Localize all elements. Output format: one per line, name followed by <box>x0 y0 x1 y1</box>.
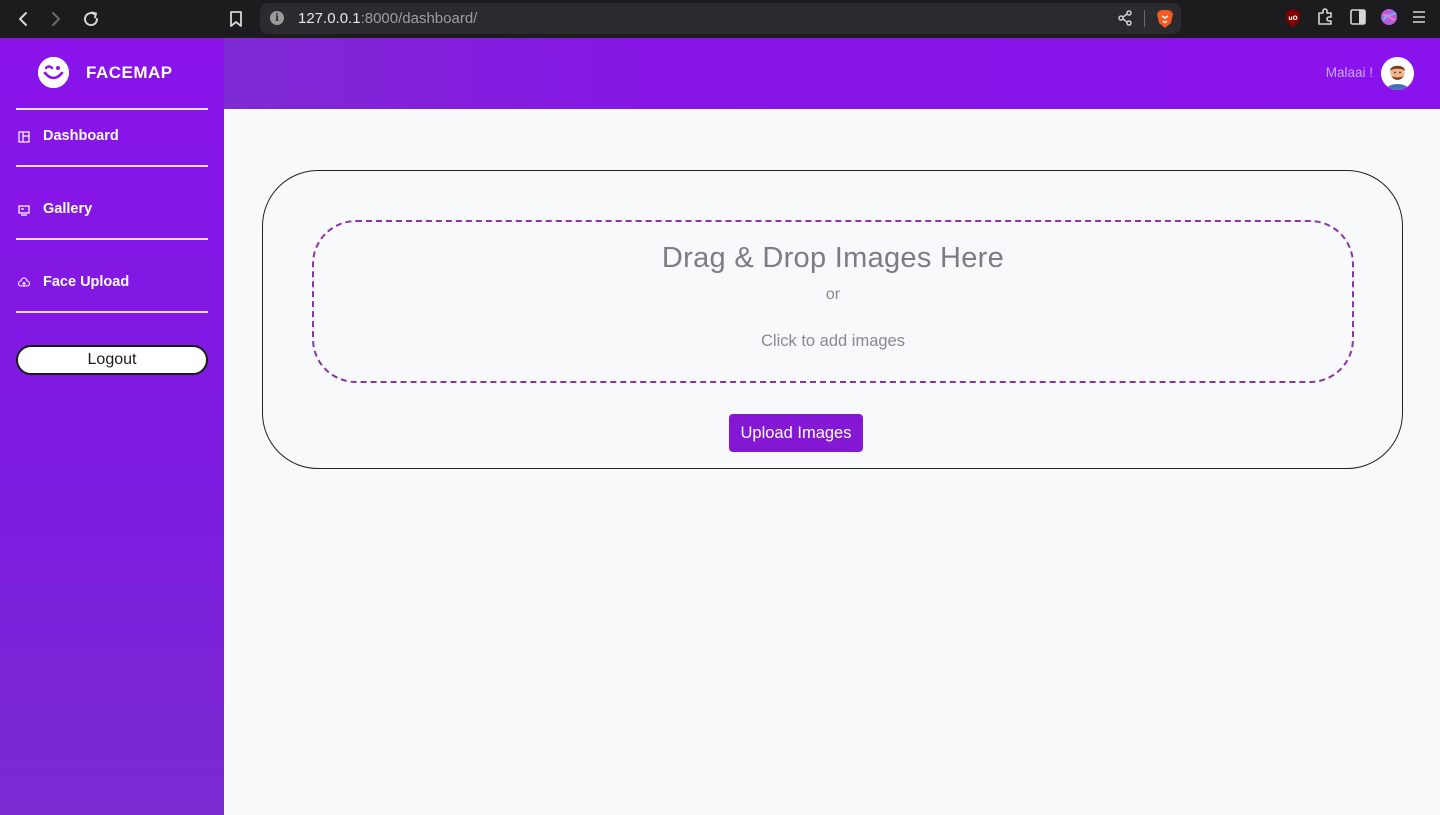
back-icon[interactable] <box>10 6 36 32</box>
main-content: Drag & Drop Images Here or Click to add … <box>224 109 1440 815</box>
sidebar-item-label: Face Upload <box>43 274 130 290</box>
sidebar-item-face-upload[interactable]: Face Upload <box>16 268 208 298</box>
url-separator <box>1144 10 1145 27</box>
sidebar-divider <box>16 108 208 110</box>
logout-button[interactable]: Logout <box>16 345 208 375</box>
sidebar-divider <box>16 238 208 240</box>
share-icon[interactable] <box>1117 10 1133 30</box>
bookmark-icon[interactable] <box>223 6 249 32</box>
avatar[interactable] <box>1381 57 1414 90</box>
sidebar-toggle-icon[interactable] <box>1349 8 1367 30</box>
sidebar: FACEMAP Dashboard Gallery Face Upload Lo… <box>0 38 224 815</box>
winking-face-logo-icon <box>38 57 69 88</box>
svg-text:uO: uO <box>1288 15 1297 22</box>
sidebar-item-label: Gallery <box>43 201 93 217</box>
site-info-icon[interactable]: i <box>270 11 284 25</box>
sidebar-divider <box>16 165 208 167</box>
cloud-upload-icon <box>17 274 31 287</box>
menu-icon[interactable] <box>1410 8 1428 30</box>
image-dropzone[interactable]: Drag & Drop Images Here or Click to add … <box>312 220 1354 383</box>
url-text: 127.0.0.1:8000/dashboard/ <box>298 10 478 27</box>
sidebar-item-dashboard[interactable]: Dashboard <box>16 122 208 152</box>
gallery-icon <box>18 201 30 216</box>
sidebar-item-gallery[interactable]: Gallery <box>16 195 208 225</box>
browser-toolbar: i 127.0.0.1:8000/dashboard/ uO <box>0 0 1440 38</box>
reload-icon[interactable] <box>78 6 104 32</box>
upload-card: Drag & Drop Images Here or Click to add … <box>262 170 1403 469</box>
dropzone-click-text[interactable]: Click to add images <box>314 332 1352 351</box>
brand[interactable]: FACEMAP <box>38 57 172 88</box>
profile-icon[interactable] <box>1380 8 1398 30</box>
top-header: Malaai ! <box>224 38 1440 109</box>
forward-icon[interactable] <box>43 6 69 32</box>
dropzone-or-text: or <box>825 286 841 303</box>
dropzone-title: Drag & Drop Images Here <box>661 242 1005 274</box>
ublock-icon[interactable]: uO <box>1284 8 1302 32</box>
extensions-icon[interactable] <box>1316 8 1334 30</box>
dashboard-icon <box>18 128 30 143</box>
upload-images-button[interactable]: Upload Images <box>729 414 863 452</box>
brave-shields-icon[interactable] <box>1156 9 1174 33</box>
address-bar[interactable]: i 127.0.0.1:8000/dashboard/ <box>260 3 1181 34</box>
sidebar-divider <box>16 311 208 313</box>
user-greeting: Malaai ! <box>1325 65 1373 80</box>
brand-name: FACEMAP <box>86 63 173 82</box>
sidebar-item-label: Dashboard <box>43 128 119 144</box>
